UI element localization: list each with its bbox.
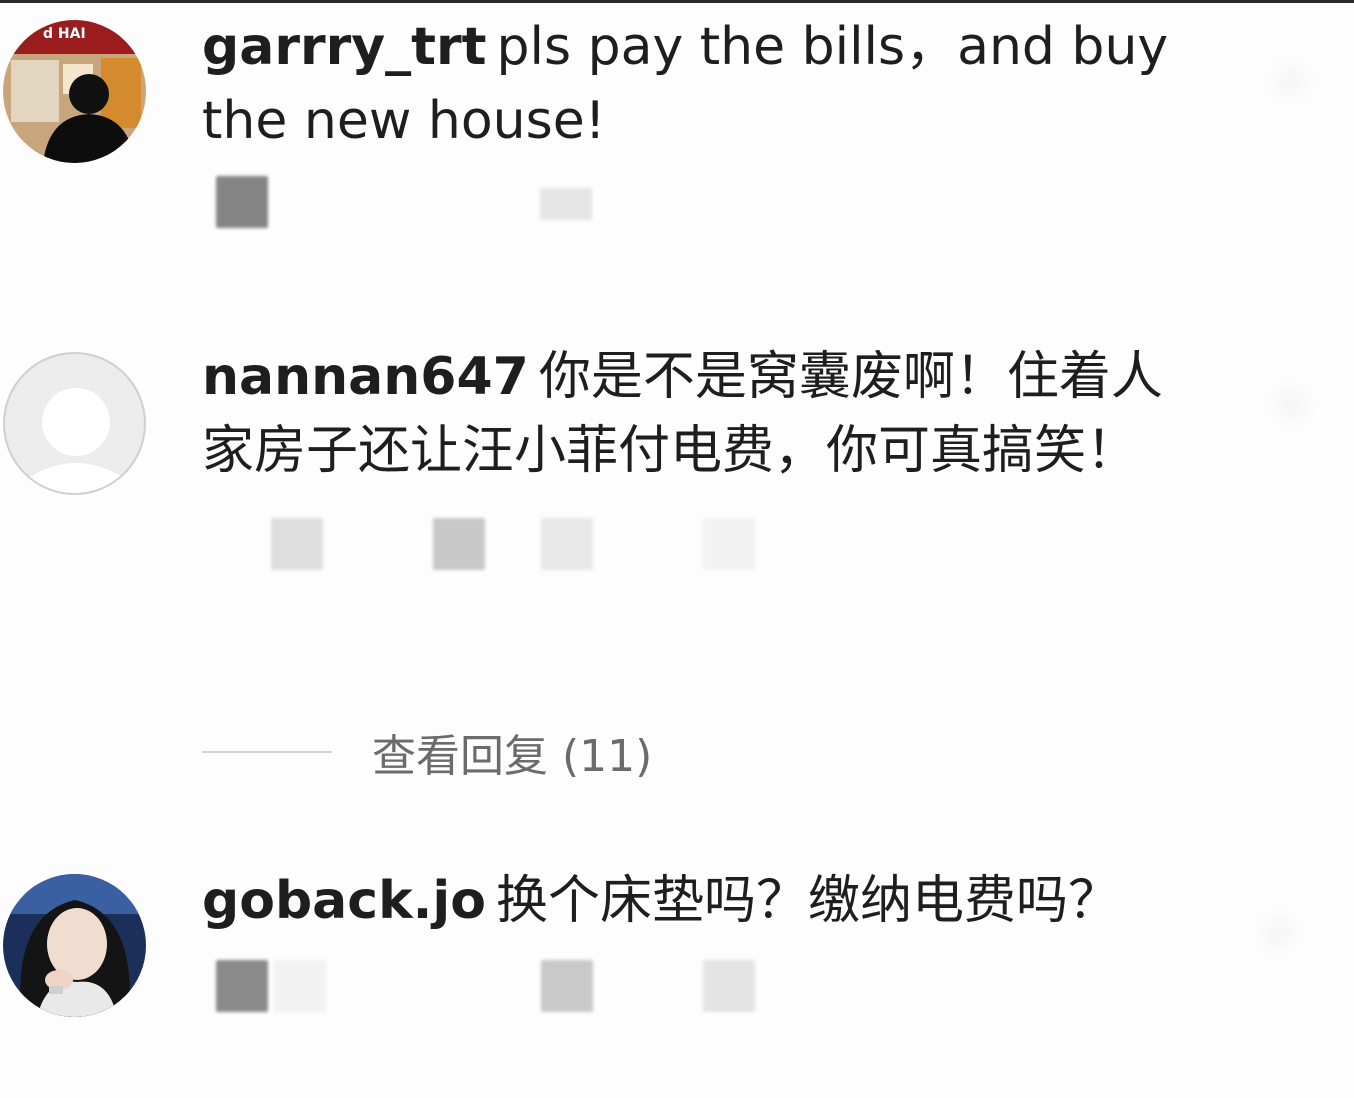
comment-thread: d HAI garrry_trt pls pay the bills，and bu… <box>0 0 1354 1098</box>
blurred-action-icon[interactable] <box>274 960 326 1012</box>
blurred-action-icon[interactable] <box>216 176 268 228</box>
blurred-action-icon[interactable] <box>541 960 593 1012</box>
svg-text:d HAI: d HAI <box>43 26 86 42</box>
blurred-action-icon[interactable] <box>703 960 755 1012</box>
comment-username[interactable]: goback.jo <box>202 871 486 931</box>
comment-text: nannan647 你是不是窝囊废啊！住着人家房子还让汪小菲付电费，你可真搞笑！ <box>202 340 1192 488</box>
avatar[interactable] <box>3 874 146 1017</box>
view-replies-row[interactable]: 查看回复 (11) <box>202 722 652 782</box>
comment-body: goback.jo 换个床垫吗？缴纳电费吗？ <box>202 864 1192 1016</box>
comment-actions <box>202 168 1192 228</box>
blurred-action-icon[interactable] <box>433 518 485 570</box>
blurred-action-icon[interactable] <box>216 960 268 1012</box>
comment-actions <box>202 960 1192 1016</box>
comment-text: garrry_trt pls pay the bills，and buy the … <box>202 10 1192 158</box>
comment-text: goback.jo 换个床垫吗？缴纳电费吗？ <box>202 864 1192 938</box>
blurred-action-icon[interactable] <box>703 518 755 570</box>
comment-content: 换个床垫吗？缴纳电费吗？ <box>495 871 1120 931</box>
comment-body: garrry_trt pls pay the bills，and buy the … <box>202 10 1192 228</box>
default-avatar-icon <box>25 388 127 493</box>
blurred-like-icon[interactable] <box>1276 390 1306 420</box>
blurred-action-icon[interactable] <box>271 518 323 570</box>
comment-actions <box>202 518 1192 574</box>
blurred-like-icon[interactable] <box>1276 66 1306 96</box>
avatar-photo-icon <box>3 874 146 1017</box>
top-edge <box>0 0 1354 3</box>
view-replies-link[interactable]: 查看回复 (11) <box>372 720 652 784</box>
comment-username[interactable]: nannan647 <box>202 347 529 407</box>
comment-username[interactable]: garrry_trt <box>202 17 487 77</box>
blurred-action-icon[interactable] <box>540 188 592 220</box>
blurred-like-icon[interactable] <box>1264 918 1294 948</box>
avatar[interactable]: d HAI <box>3 20 146 163</box>
comment-body: nannan647 你是不是窝囊废啊！住着人家房子还让汪小菲付电费，你可真搞笑！ <box>202 340 1192 574</box>
blurred-action-icon[interactable] <box>541 518 593 570</box>
replies-divider <box>202 751 332 753</box>
avatar-photo-icon: d HAI <box>3 20 146 163</box>
avatar[interactable] <box>3 352 146 495</box>
